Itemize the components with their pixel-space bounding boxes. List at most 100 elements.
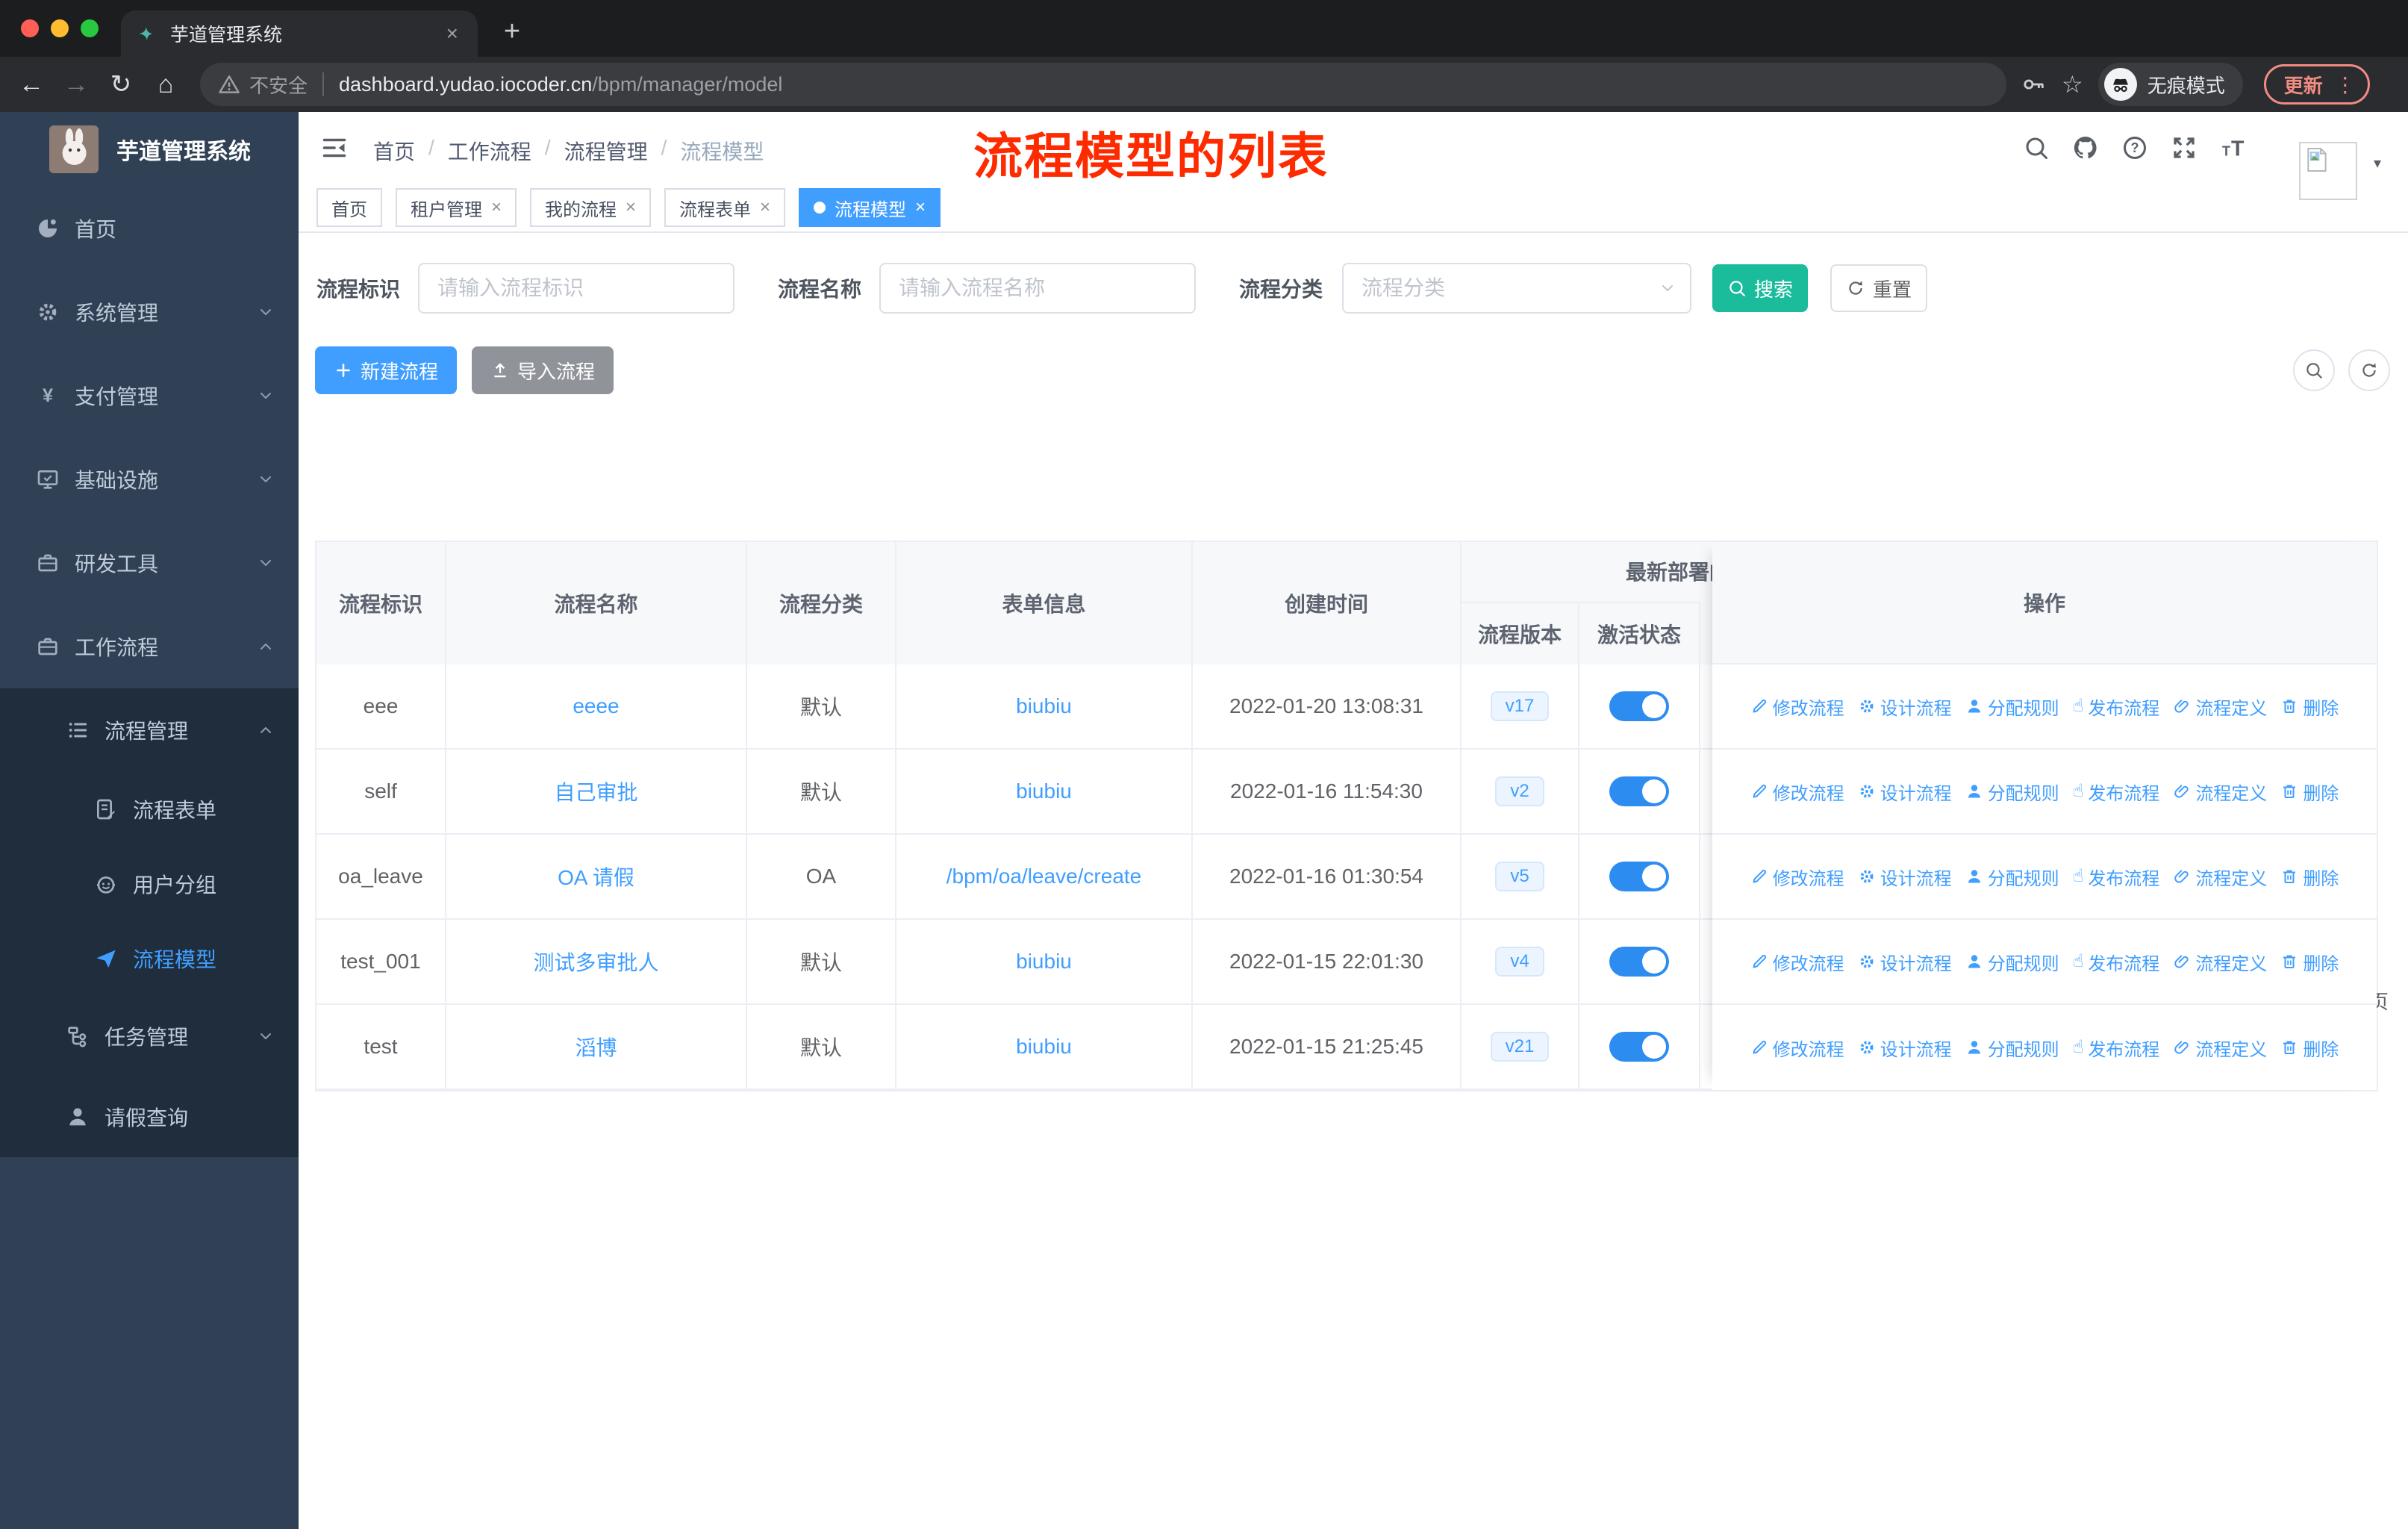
modify-process-link[interactable]: 修改流程 — [1750, 694, 1844, 720]
process-definition-link[interactable]: 流程定义 — [2173, 779, 2267, 805]
password-key-icon[interactable] — [2021, 72, 2047, 97]
modify-process-link[interactable]: 修改流程 — [1750, 1035, 1844, 1061]
publish-process-link[interactable]: ☝ 发布流程 — [2073, 864, 2160, 890]
breadcrumb-item[interactable]: 首页 — [373, 136, 415, 166]
process-name-link[interactable]: eeee — [573, 694, 619, 718]
publish-process-link[interactable]: ☝ 发布流程 — [2073, 779, 2160, 805]
sidebar-item-infra[interactable]: 基础设施 — [0, 437, 299, 521]
address-bar[interactable]: 不安全 dashboard.yudao.iocoder.cn/bpm/manag… — [200, 63, 2006, 106]
process-name-link[interactable]: OA 请假 — [558, 862, 634, 891]
tag-home[interactable]: 首页 — [316, 188, 382, 227]
active-toggle[interactable] — [1609, 862, 1669, 891]
delete-link[interactable]: 删除 — [2280, 1035, 2339, 1061]
close-icon[interactable]: × — [626, 197, 636, 218]
sidebar-item-devtools[interactable]: 研发工具 — [0, 521, 299, 605]
publish-process-link[interactable]: ☝ 发布流程 — [2073, 1035, 2160, 1061]
publish-process-link[interactable]: ☝ 发布流程 — [2073, 694, 2160, 720]
sidebar-item-user-group[interactable]: 用户分组 — [0, 847, 299, 921]
active-toggle[interactable] — [1609, 776, 1669, 806]
bookmark-star-icon[interactable]: ☆ — [2062, 70, 2083, 99]
create-process-button[interactable]: 新建流程 — [315, 346, 457, 394]
breadcrumb-item[interactable]: 工作流程 — [448, 136, 531, 166]
process-category-select[interactable] — [1342, 263, 1691, 314]
search-button[interactable]: 搜索 — [1712, 264, 1808, 312]
browser-tab[interactable]: 芋道管理系统 × — [121, 10, 478, 57]
sidebar-item-payment[interactable]: 支付管理 — [0, 354, 299, 437]
refresh-table-button[interactable] — [2348, 349, 2390, 391]
form-link[interactable]: biubiu — [1016, 694, 1072, 718]
process-id-input[interactable] — [418, 263, 734, 314]
forward-icon[interactable]: → — [54, 70, 99, 99]
sidebar-item-task-management[interactable]: 任务管理 — [0, 996, 299, 1077]
design-process-link[interactable]: 设计流程 — [1858, 1035, 1952, 1061]
window-zoom-button[interactable] — [81, 19, 99, 37]
tag-process-model[interactable]: 流程模型 × — [799, 188, 941, 227]
form-link[interactable]: biubiu — [1016, 779, 1072, 803]
delete-link[interactable]: 删除 — [2280, 779, 2339, 805]
active-toggle[interactable] — [1609, 1032, 1669, 1062]
assign-rule-link[interactable]: 分配规则 — [1965, 1035, 2059, 1061]
process-name-link[interactable]: 滔博 — [575, 1032, 617, 1062]
delete-link[interactable]: 删除 — [2280, 694, 2339, 720]
process-name-link[interactable]: 自己审批 — [554, 776, 637, 806]
github-icon[interactable] — [2072, 134, 2099, 161]
back-icon[interactable]: ← — [9, 70, 54, 99]
tag-process-form[interactable]: 流程表单 × — [664, 188, 786, 227]
window-close-button[interactable] — [21, 19, 39, 37]
modify-process-link[interactable]: 修改流程 — [1750, 864, 1844, 890]
active-toggle[interactable] — [1609, 947, 1669, 977]
close-icon[interactable]: × — [915, 197, 926, 218]
form-link[interactable]: biubiu — [1016, 950, 1072, 974]
assign-rule-link[interactable]: 分配规则 — [1965, 949, 2059, 975]
process-definition-link[interactable]: 流程定义 — [2173, 864, 2267, 890]
version-badge[interactable]: v4 — [1495, 947, 1544, 977]
version-badge[interactable]: v2 — [1495, 776, 1544, 806]
sidebar-item-leave-query[interactable]: 请假查询 — [0, 1077, 299, 1157]
process-definition-link[interactable]: 流程定义 — [2173, 694, 2267, 720]
tab-close-icon[interactable]: × — [442, 22, 463, 46]
process-category-select-input[interactable] — [1342, 263, 1691, 314]
sidebar-item-process-model[interactable]: 流程模型 — [0, 921, 299, 996]
form-link[interactable]: /bpm/oa/leave/create — [946, 865, 1142, 888]
update-label[interactable]: 更新 — [2284, 71, 2323, 99]
tag-my-process[interactable]: 我的流程 × — [530, 188, 652, 227]
process-name-input[interactable] — [879, 263, 1196, 314]
version-badge[interactable]: v21 — [1490, 1032, 1550, 1062]
avatar[interactable] — [2299, 142, 2357, 200]
show-search-button[interactable] — [2293, 349, 2335, 391]
browser-update-button[interactable]: 更新 ⋮ — [2263, 64, 2370, 105]
search-icon[interactable] — [2023, 134, 2050, 161]
sidebar-item-system[interactable]: 系统管理 — [0, 270, 299, 354]
sidebar-item-process-form[interactable]: 流程表单 — [0, 772, 299, 847]
tag-tenant[interactable]: 租户管理 × — [396, 188, 517, 227]
reload-icon[interactable]: ↻ — [99, 69, 143, 99]
assign-rule-link[interactable]: 分配规则 — [1965, 779, 2059, 805]
import-process-button[interactable]: 导入流程 — [472, 346, 614, 394]
publish-process-link[interactable]: ☝ 发布流程 — [2073, 949, 2160, 975]
form-link[interactable]: biubiu — [1016, 1035, 1072, 1059]
design-process-link[interactable]: 设计流程 — [1858, 864, 1952, 890]
process-name-link[interactable]: 测试多审批人 — [533, 947, 658, 977]
active-toggle[interactable] — [1609, 691, 1669, 721]
close-icon[interactable]: × — [760, 197, 770, 218]
version-badge[interactable]: v5 — [1495, 862, 1544, 891]
assign-rule-link[interactable]: 分配规则 — [1965, 864, 2059, 890]
window-minimize-button[interactable] — [51, 19, 69, 37]
process-definition-link[interactable]: 流程定义 — [2173, 949, 2267, 975]
font-size-icon[interactable] — [2220, 134, 2247, 161]
design-process-link[interactable]: 设计流程 — [1858, 694, 1952, 720]
design-process-link[interactable]: 设计流程 — [1858, 779, 1952, 805]
design-process-link[interactable]: 设计流程 — [1858, 949, 1952, 975]
browser-menu-icon[interactable]: ⋮ — [2335, 72, 2356, 97]
fullscreen-icon[interactable] — [2171, 134, 2198, 161]
assign-rule-link[interactable]: 分配规则 — [1965, 694, 2059, 720]
delete-link[interactable]: 删除 — [2280, 864, 2339, 890]
help-icon[interactable] — [2121, 134, 2148, 161]
process-definition-link[interactable]: 流程定义 — [2173, 1035, 2267, 1061]
sidebar-item-home[interactable]: 首页 — [0, 187, 299, 270]
reset-button[interactable]: 重置 — [1830, 264, 1927, 312]
breadcrumb-item[interactable]: 流程管理 — [564, 136, 648, 166]
sidebar-collapse-icon[interactable] — [321, 134, 348, 161]
avatar-caret-icon[interactable]: ▾ — [2374, 154, 2381, 172]
modify-process-link[interactable]: 修改流程 — [1750, 949, 1844, 975]
